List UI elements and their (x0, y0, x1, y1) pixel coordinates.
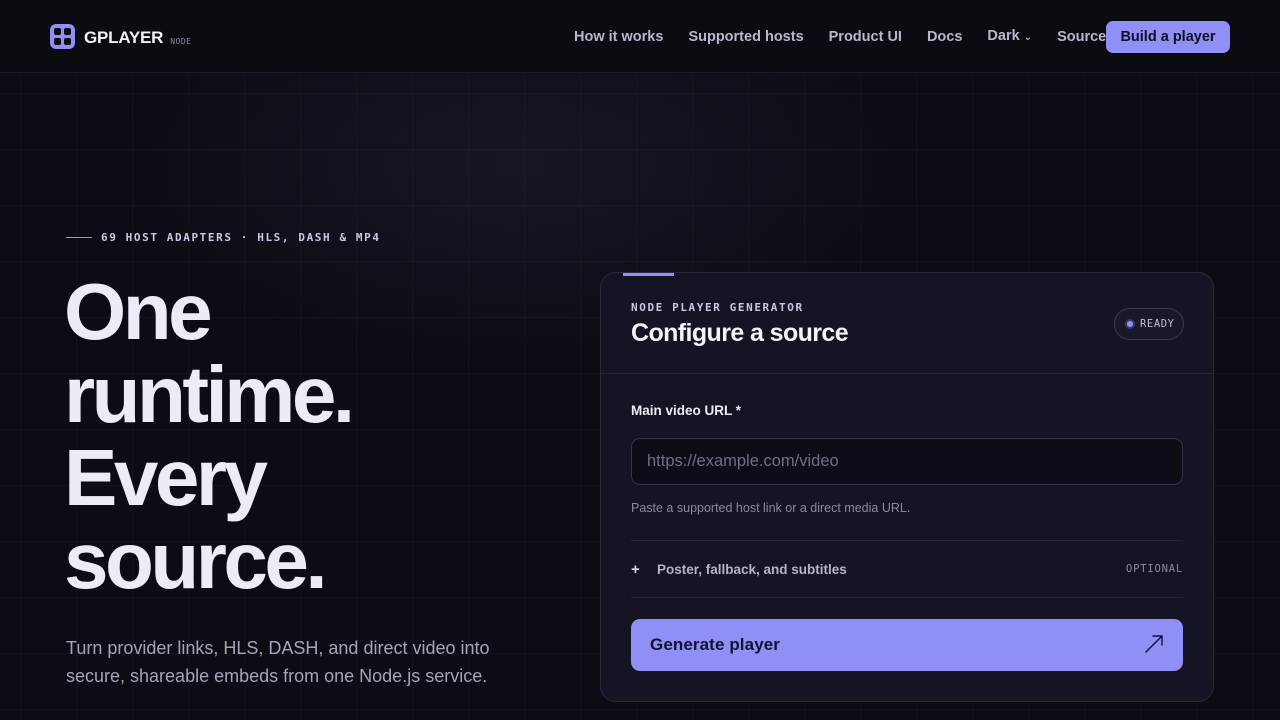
card-kicker: NODE PLAYER GENERATOR (631, 301, 804, 314)
theme-dropdown[interactable]: Dark ⌄ (987, 26, 1032, 48)
card-title: Configure a source (631, 319, 849, 347)
brand-name: GPLAYER (84, 28, 164, 47)
headline-line: source. (64, 516, 328, 605)
optional-settings-toggle[interactable]: + Poster, fallback, and subtitles OPTION… (631, 541, 1183, 597)
nav-link-product-ui[interactable]: Product UI (829, 27, 902, 47)
nav-links: How it works Supported hosts Product UI … (574, 26, 1131, 48)
status-label: READY (1140, 318, 1175, 330)
eyebrow-text: 69 HOST ADAPTERS · HLS, DASH & MP4 (101, 231, 381, 244)
hero-headline: One runtime. Every source. (64, 267, 355, 605)
video-url-label: Main video URL * (631, 403, 742, 418)
optional-tag: OPTIONAL (1126, 563, 1183, 575)
headline-line: One (64, 267, 213, 356)
headline-line: runtime. (64, 350, 355, 439)
card-divider (601, 373, 1213, 374)
player-generator-card: NODE PLAYER GENERATOR Configure a source… (600, 272, 1214, 702)
chevron-down-icon: ⌄ (1023, 32, 1033, 43)
app-grid-icon (50, 24, 75, 49)
status-dot-icon (1125, 319, 1135, 329)
plus-icon: + (631, 560, 640, 578)
status-badge: READY (1114, 308, 1184, 340)
generate-player-button[interactable]: Generate player (631, 619, 1183, 671)
brand-logo[interactable]: GPLAYER NODE (50, 24, 191, 49)
arrow-up-right-icon (1144, 634, 1164, 657)
top-nav: GPLAYER NODE How it works Supported host… (0, 0, 1280, 73)
build-player-button[interactable]: Build a player (1106, 21, 1230, 53)
card-accent-bar (623, 273, 674, 276)
optional-settings-label: Poster, fallback, and subtitles (657, 561, 847, 577)
hero-subtitle: Turn provider links, HLS, DASH, and dire… (66, 638, 490, 686)
nav-link-source[interactable]: Source (1057, 27, 1106, 47)
nav-link-how-it-works[interactable]: How it works (574, 27, 663, 47)
theme-dropdown-label: Dark (987, 28, 1020, 44)
nav-link-docs[interactable]: Docs (927, 27, 962, 47)
video-url-input[interactable] (631, 438, 1183, 485)
nav-link-supported-hosts[interactable]: Supported hosts (688, 27, 803, 47)
eyebrow-line (66, 237, 92, 238)
headline-line: Every (64, 433, 268, 522)
generate-player-label: Generate player (650, 635, 781, 654)
video-url-hint: Paste a supported host link or a direct … (631, 501, 911, 515)
brand-tag: NODE (170, 37, 192, 46)
divider (631, 597, 1183, 598)
hero-eyebrow: 69 HOST ADAPTERS · HLS, DASH & MP4 (66, 231, 381, 244)
